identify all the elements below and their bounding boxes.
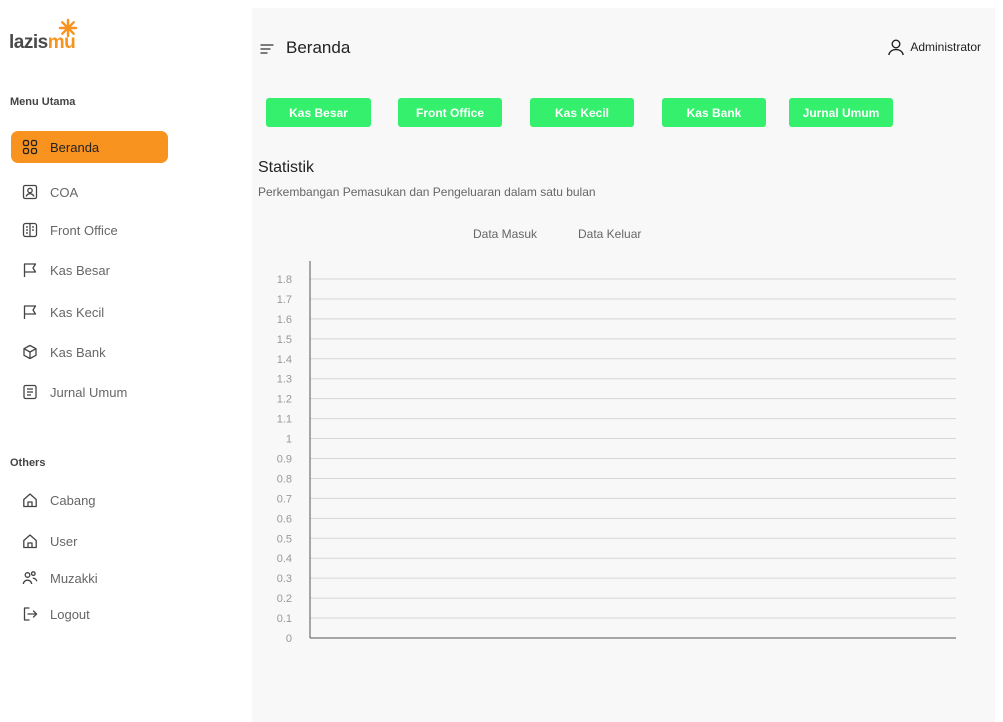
y-tick-label: 1.8	[277, 274, 292, 286]
box-icon	[22, 344, 38, 360]
sidebar-item-label: Front Office	[50, 222, 118, 238]
y-tick-label: 1.5	[277, 334, 292, 346]
y-tick-label: 1.3	[277, 374, 292, 386]
kas-kecil-button[interactable]: Kas Kecil	[530, 98, 634, 127]
y-tick-label: 0.5	[277, 533, 292, 545]
document-icon	[22, 384, 38, 400]
sidebar: lazismu Menu Utama Beranda COA Front Off…	[0, 0, 252, 722]
user-name: Administrator	[910, 40, 981, 54]
sidebar-item-kas-bank[interactable]: Kas Bank	[11, 336, 168, 368]
menu-utama-heading: Menu Utama	[10, 96, 76, 108]
sidebar-item-muzakki[interactable]: Muzakki	[11, 562, 168, 594]
legend-data-keluar[interactable]: Data Keluar	[578, 227, 641, 241]
sidebar-item-kas-besar[interactable]: Kas Besar	[11, 254, 168, 286]
sidebar-item-coa[interactable]: COA	[11, 176, 168, 208]
menu-icon[interactable]	[260, 43, 274, 55]
statistik-chart: 0 0.1 0.2 0.3 0.4 0.5 0.6 0.7 0.8 0.9 1 1.1 1.2 1.3 1.…	[252, 256, 995, 656]
grid-icon	[22, 139, 38, 155]
building-icon	[22, 222, 38, 238]
y-tick-label: 0.2	[277, 593, 292, 605]
logo-text: lazismu	[9, 32, 76, 53]
sidebar-item-jurnal-umum[interactable]: Jurnal Umum	[11, 376, 168, 408]
flag-icon	[22, 304, 38, 320]
sidebar-item-beranda[interactable]: Beranda	[11, 131, 168, 163]
sidebar-item-front-office[interactable]: Front Office	[11, 214, 168, 246]
home-icon	[22, 533, 38, 549]
user-menu[interactable]: Administrator	[887, 38, 981, 56]
chart-svg: 0 0.1 0.2 0.3 0.4 0.5 0.6 0.7 0.8 0.9 1 1.1 1.2 1.3 1.…	[277, 261, 956, 645]
home-icon	[22, 492, 38, 508]
sidebar-item-label: User	[50, 533, 78, 549]
sidebar-item-label: Logout	[50, 606, 90, 622]
front-office-button[interactable]: Front Office	[398, 98, 502, 127]
y-tick-label: 0.6	[277, 513, 292, 525]
logout-icon	[22, 606, 38, 622]
y-tick-label: 1.4	[277, 354, 292, 366]
y-tick-label: 0.7	[277, 493, 292, 505]
sidebar-item-cabang[interactable]: Cabang	[11, 484, 168, 516]
kas-besar-button[interactable]: Kas Besar	[266, 98, 371, 127]
topbar: Beranda Administrator	[252, 8, 995, 88]
y-tick-label: 1.2	[277, 394, 292, 406]
y-tick-label: 0.4	[277, 553, 292, 565]
sidebar-item-label: Kas Bank	[50, 344, 106, 360]
users-icon	[22, 570, 38, 586]
statistik-subtitle: Perkembangan Pemasukan dan Pengeluaran d…	[258, 185, 596, 199]
y-tick-label: 0.8	[277, 473, 292, 485]
y-tick-label: 1.6	[277, 314, 292, 326]
statistik-heading: Statistik	[258, 159, 315, 176]
kas-bank-button[interactable]: Kas Bank	[662, 98, 766, 127]
y-tick-label: 1.7	[277, 294, 292, 306]
sidebar-item-label: COA	[50, 184, 79, 200]
others-heading: Others	[10, 457, 46, 469]
flag-icon	[22, 262, 38, 278]
user-icon	[888, 39, 905, 56]
sidebar-item-label: Kas Besar	[50, 262, 110, 278]
sidebar-item-label: Jurnal Umum	[50, 384, 128, 400]
sidebar-item-label: Cabang	[50, 492, 96, 508]
y-tick-label: 0.3	[277, 573, 292, 585]
sidebar-item-label: Kas Kecil	[50, 304, 105, 320]
sidebar-item-label: Muzakki	[50, 570, 98, 586]
y-tick-label: 0.1	[277, 613, 292, 625]
sidebar-item-kas-kecil[interactable]: Kas Kecil	[11, 296, 168, 328]
y-tick-label: 1	[286, 434, 292, 446]
jurnal-umum-button[interactable]: Jurnal Umum	[789, 98, 893, 127]
y-tick-label: 0.9	[277, 454, 292, 466]
contact-card-icon	[22, 184, 38, 200]
legend-data-masuk[interactable]: Data Masuk	[473, 227, 537, 241]
y-tick-label: 0	[286, 633, 292, 645]
y-tick-label: 1.1	[277, 414, 292, 426]
main-content: Beranda Administrator Kas Besar Front Of…	[252, 8, 995, 722]
sidebar-item-user[interactable]: User	[11, 525, 168, 557]
sidebar-item-label: Beranda	[50, 139, 100, 155]
sidebar-item-logout[interactable]: Logout	[11, 598, 168, 630]
page-title: Beranda	[286, 38, 351, 57]
lazismu-logo[interactable]: lazismu	[9, 18, 99, 53]
